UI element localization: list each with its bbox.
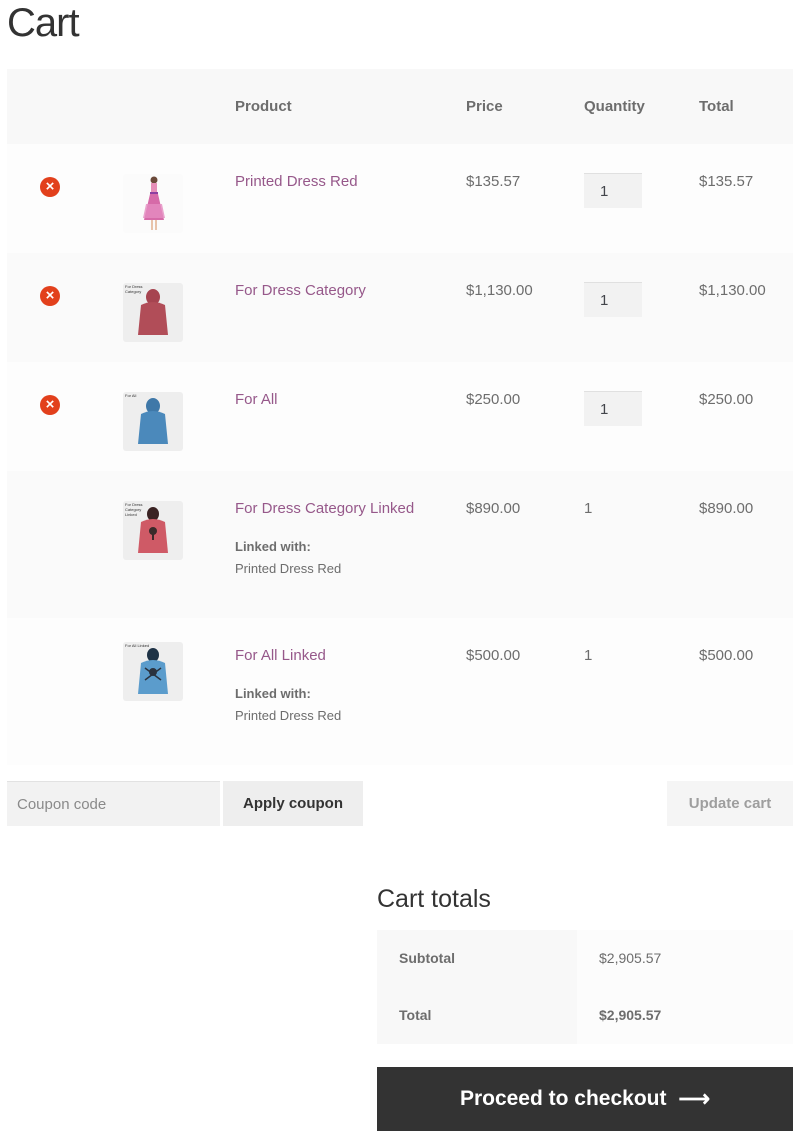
product-subtotal: $890.00	[699, 500, 754, 517]
table-row: For Dress Category Linked For Dress Cate…	[7, 471, 793, 618]
quantity-input[interactable]	[584, 173, 642, 208]
product-subtotal: $135.57	[699, 173, 754, 190]
linked-with-label: Linked with:	[235, 539, 311, 554]
total-value: $2,905.57	[599, 1007, 662, 1023]
table-row: × Printed Dress Red $135.57 $135.57	[7, 144, 793, 253]
linked-with-value: Printed Dress Red	[235, 708, 342, 723]
header-product: Product	[235, 98, 292, 115]
subtotal-label: Subtotal	[399, 950, 455, 966]
quantity-input[interactable]	[584, 282, 642, 317]
table-row: × For Dress Category For Dress Category …	[7, 253, 793, 362]
remove-item-icon[interactable]: ×	[40, 395, 60, 415]
hoodie-image-icon	[138, 648, 168, 694]
cart-table: Product Price Quantity Total × Printed D…	[7, 69, 793, 765]
product-price: $135.57	[466, 173, 521, 190]
thumbnail-label: For Dress Category Linked	[125, 502, 143, 517]
proceed-to-checkout-button[interactable]: Proceed to checkout ⟶	[377, 1067, 793, 1131]
product-link[interactable]: For All	[235, 391, 278, 408]
hoodie-image-icon	[138, 398, 168, 444]
page-title: Cart	[7, 1, 80, 45]
cart-totals-table: Subtotal $2,905.57 Total $2,905.57	[377, 930, 793, 1044]
thumbnail-label: For All Linked	[125, 643, 150, 648]
product-subtotal: $250.00	[699, 391, 754, 408]
table-header: Product Price Quantity Total	[7, 69, 793, 144]
coupon-code-input[interactable]	[7, 781, 220, 826]
linked-with-label: Linked with:	[235, 686, 311, 701]
header-price: Price	[466, 98, 503, 115]
product-link[interactable]: For All Linked	[235, 647, 326, 664]
quantity-value: 1	[584, 500, 593, 517]
thumbnail-label: For Dress Category	[125, 284, 143, 294]
product-price: $1,130.00	[466, 282, 533, 299]
header-quantity: Quantity	[584, 98, 645, 115]
update-cart-button[interactable]: Update cart	[667, 781, 793, 826]
product-subtotal: $1,130.00	[699, 282, 766, 299]
dress-image-icon	[143, 176, 165, 230]
quantity-value: 1	[584, 647, 593, 664]
apply-coupon-button[interactable]: Apply coupon	[223, 781, 363, 826]
product-link[interactable]: Printed Dress Red	[235, 173, 358, 190]
product-thumbnail[interactable]: For Dress Category Linked	[123, 501, 183, 560]
total-row: Total $2,905.57	[377, 987, 793, 1044]
remove-item-icon[interactable]: ×	[40, 286, 60, 306]
product-thumbnail[interactable]	[123, 174, 183, 233]
product-price: $500.00	[466, 647, 521, 664]
table-row: For All Linked For All Linked Linked wit…	[7, 618, 793, 765]
subtotal-row: Subtotal $2,905.57	[377, 930, 793, 987]
product-price: $890.00	[466, 500, 521, 517]
header-total: Total	[699, 98, 734, 115]
linked-with-value: Printed Dress Red	[235, 561, 342, 576]
quantity-input[interactable]	[584, 391, 642, 426]
remove-item-icon[interactable]: ×	[40, 177, 60, 197]
total-label: Total	[399, 1007, 432, 1023]
product-subtotal: $500.00	[699, 647, 754, 664]
cart-totals-title: Cart totals	[377, 885, 491, 913]
product-link[interactable]: For Dress Category Linked	[235, 500, 414, 517]
product-thumbnail[interactable]: For Dress Category	[123, 283, 183, 342]
product-thumbnail[interactable]: For All	[123, 392, 183, 451]
product-price: $250.00	[466, 391, 521, 408]
product-link[interactable]: For Dress Category	[235, 282, 366, 299]
checkout-label: Proceed to checkout	[459, 1087, 667, 1110]
product-thumbnail[interactable]: For All Linked	[123, 642, 183, 701]
thumbnail-label: For All	[125, 393, 137, 398]
subtotal-value: $2,905.57	[599, 950, 662, 966]
arrow-right-icon: ⟶	[678, 1086, 711, 1111]
table-row: × For All For All $250.00 $250.00	[7, 362, 793, 471]
